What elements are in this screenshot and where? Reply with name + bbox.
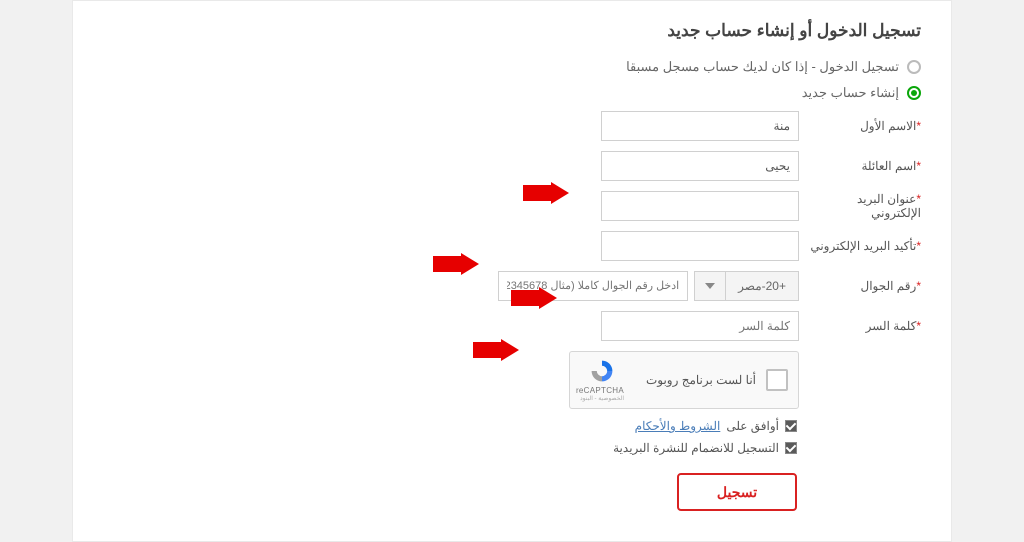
newsletter-checkbox-row[interactable]: التسجيل للانضمام للنشرة البريدية (103, 441, 797, 455)
radio-login-label: تسجيل الدخول - إذا كان لديك حساب مسجل مس… (626, 59, 899, 75)
page-title: تسجيل الدخول أو إنشاء حساب جديد (103, 21, 921, 41)
submit-button[interactable]: تسجيل (677, 473, 797, 511)
mobile-input[interactable] (498, 271, 688, 301)
email-confirm-input[interactable] (601, 231, 799, 261)
terms-link[interactable]: الشروط والأحكام (635, 419, 721, 433)
label-email-confirm: *تأكيد البريد الإلكتروني (809, 239, 921, 253)
recaptcha-widget[interactable]: أنا لست برنامج روبوت reCAPTCHA الخصوصية … (569, 351, 799, 409)
chevron-down-icon (695, 272, 725, 300)
label-mobile: *رقم الجوال (809, 279, 921, 293)
last-name-input[interactable] (601, 151, 799, 181)
label-first-name: *الاسم الأول (809, 119, 921, 133)
terms-checkbox-row[interactable]: أوافق على الشروط والأحكام (103, 419, 797, 433)
radio-icon-unselected (907, 60, 921, 74)
radio-icon-selected (907, 86, 921, 100)
country-code-label: +20-مصر (725, 272, 798, 300)
terms-prefix: أوافق على (726, 419, 779, 433)
recaptcha-badge: reCAPTCHA الخصوصية - البنود (580, 358, 624, 402)
email-input[interactable] (601, 191, 799, 221)
checkbox-icon (785, 442, 797, 454)
radio-register[interactable]: إنشاء حساب جديد (103, 85, 921, 101)
recaptcha-label: أنا لست برنامج روبوت (634, 373, 756, 387)
password-input[interactable] (601, 311, 799, 341)
checkbox-icon (785, 420, 797, 432)
label-last-name: *اسم العائلة (809, 159, 921, 173)
label-email: *عنوان البريد الإلكتروني (809, 192, 921, 220)
first-name-input[interactable] (601, 111, 799, 141)
radio-login[interactable]: تسجيل الدخول - إذا كان لديك حساب مسجل مس… (103, 59, 921, 75)
recaptcha-icon (589, 358, 615, 384)
label-password: *كلمة السر (809, 319, 921, 333)
country-select[interactable]: +20-مصر (694, 271, 799, 301)
radio-register-label: إنشاء حساب جديد (802, 85, 899, 101)
recaptcha-checkbox[interactable] (766, 369, 788, 391)
newsletter-label: التسجيل للانضمام للنشرة البريدية (613, 441, 779, 455)
